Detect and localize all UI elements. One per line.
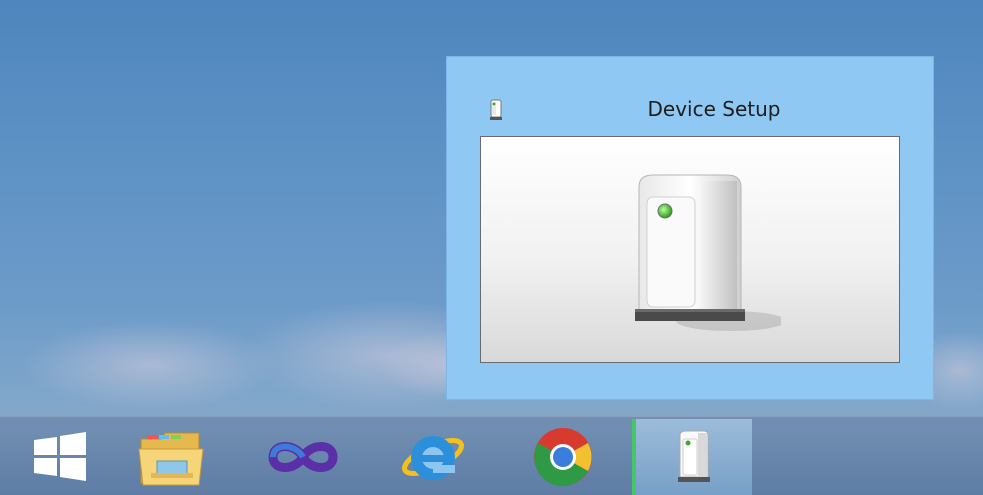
start-button[interactable] [0,419,120,495]
visual-studio-icon [268,442,338,472]
internet-explorer-icon [402,436,464,480]
chrome-icon [534,428,592,486]
device-setup-icon [489,99,503,121]
external-drive-icon [635,174,781,331]
device-setup-icon [678,430,710,482]
taskbar [0,416,983,495]
taskbar-visual-studio[interactable] [243,419,363,495]
file-explorer-icon [138,432,204,486]
taskbar-internet-explorer[interactable] [373,419,493,495]
taskbar-file-explorer[interactable] [112,419,232,495]
taskbar-chrome[interactable] [503,419,623,495]
window-title: Device Setup [647,97,781,121]
windows-start-icon [34,432,86,481]
window-preview-content[interactable] [480,136,900,363]
window-thumbnail-preview[interactable]: Device Setup [446,56,934,400]
taskbar-device-setup[interactable] [632,419,752,495]
